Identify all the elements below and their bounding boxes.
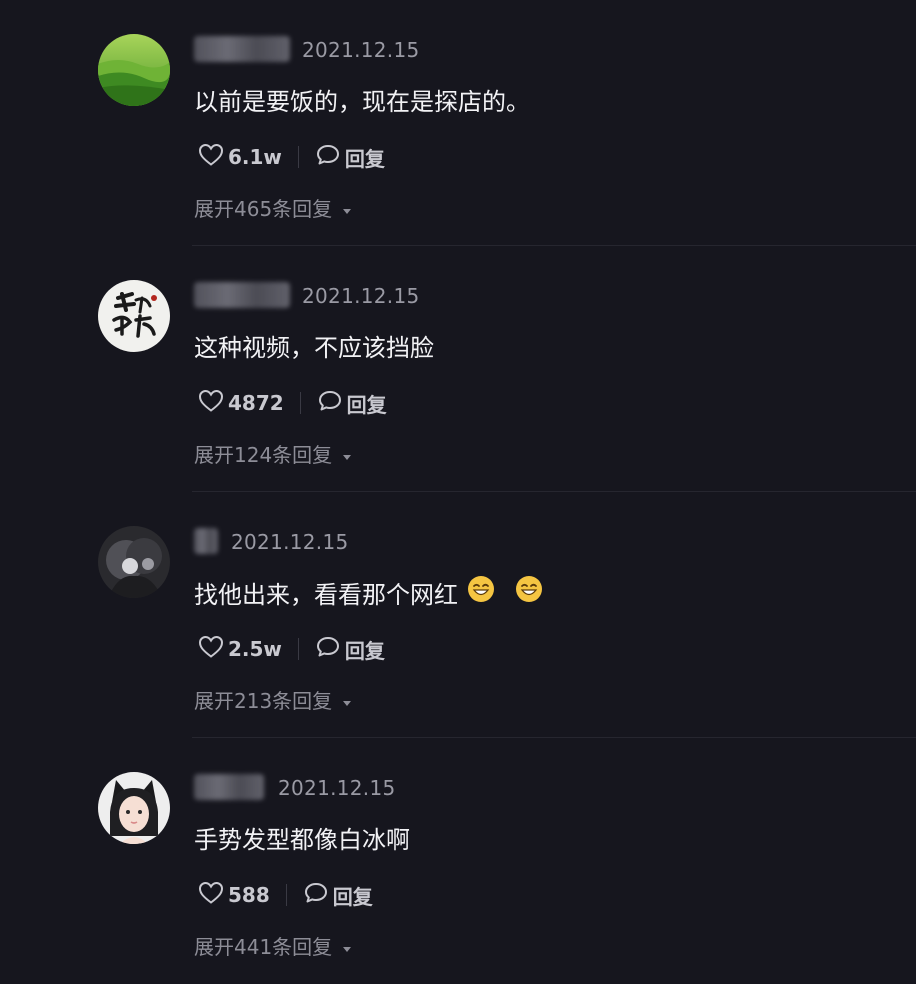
caret-down-icon xyxy=(342,443,352,467)
heart-outline-icon xyxy=(198,881,224,909)
avatar-image xyxy=(98,526,170,598)
comment-item: 2021.12.15 手势发型都像白冰啊 588 回复 展开441条回复 xyxy=(0,738,916,984)
reply-button[interactable]: 回复 xyxy=(303,881,373,910)
speech-bubble-icon xyxy=(317,389,343,417)
reply-button[interactable]: 回复 xyxy=(315,635,385,664)
reply-button[interactable]: 回复 xyxy=(317,389,387,418)
reply-label: 回复 xyxy=(346,392,387,417)
expand-replies-label: 展开441条回复 xyxy=(194,935,333,959)
comment-date: 2021.12.15 xyxy=(278,776,396,800)
caret-down-icon xyxy=(342,935,352,959)
comment-text: 手势发型都像白冰啊 xyxy=(194,826,410,854)
comment-date: 2021.12.15 xyxy=(302,284,420,308)
caret-down-icon xyxy=(342,197,352,221)
like-count: 2.5w xyxy=(228,637,282,661)
comment-date: 2021.12.15 xyxy=(302,38,420,62)
speech-bubble-icon xyxy=(315,143,341,171)
like-button[interactable]: 2.5w xyxy=(198,635,282,663)
like-count: 4872 xyxy=(228,391,284,415)
username-redacted[interactable] xyxy=(194,36,290,62)
action-divider xyxy=(299,392,301,414)
expand-replies-label: 展开124条回复 xyxy=(194,443,333,467)
comment-item: 2021.12.15 以前是要饭的，现在是探店的。 6.1w 回复 展开465条… xyxy=(0,0,916,246)
comment-text: 这种视频，不应该挡脸 xyxy=(194,334,434,362)
expand-replies-button[interactable]: 展开213条回复 xyxy=(194,685,352,714)
like-button[interactable]: 4872 xyxy=(198,389,284,417)
avatar[interactable] xyxy=(98,34,170,106)
avatar[interactable] xyxy=(98,772,170,844)
comment-actions: 4872 回复 xyxy=(198,388,387,418)
expand-replies-button[interactable]: 展开124条回复 xyxy=(194,439,352,468)
heart-outline-icon xyxy=(198,635,224,663)
comment-item: 2021.12.15 找他出来，看看那个网红 2.5w 回复 展开213条回复 xyxy=(0,492,916,738)
avatar-image xyxy=(98,34,170,106)
expand-replies-label: 展开465条回复 xyxy=(194,197,333,221)
avatar-image xyxy=(98,280,170,352)
expand-replies-label: 展开213条回复 xyxy=(194,689,333,713)
comment-item: 2021.12.15 这种视频，不应该挡脸 4872 回复 展开124条回复 xyxy=(0,246,916,492)
comment-text: 找他出来，看看那个网红 xyxy=(194,574,544,610)
comment-text-body: 找他出来，看看那个网红 xyxy=(194,580,458,609)
username-redacted[interactable] xyxy=(194,528,218,554)
action-divider xyxy=(285,884,287,906)
reply-button[interactable]: 回复 xyxy=(315,143,385,172)
avatar-image xyxy=(98,772,170,844)
username-redacted[interactable] xyxy=(194,774,264,800)
speech-bubble-icon xyxy=(315,635,341,663)
reply-label: 回复 xyxy=(344,638,385,663)
like-button[interactable]: 588 xyxy=(198,881,270,909)
speech-bubble-icon xyxy=(303,881,329,909)
heart-outline-icon xyxy=(198,143,224,171)
avatar[interactable] xyxy=(98,280,170,352)
expand-replies-button[interactable]: 展开465条回复 xyxy=(194,193,352,222)
like-count: 588 xyxy=(228,883,270,907)
comment-date: 2021.12.15 xyxy=(231,530,349,554)
comment-actions: 2.5w 回复 xyxy=(198,634,385,664)
like-count: 6.1w xyxy=(228,145,282,169)
comment-text: 以前是要饭的，现在是探店的。 xyxy=(194,88,530,116)
grin-emoji xyxy=(466,574,496,610)
like-button[interactable]: 6.1w xyxy=(198,143,282,171)
comment-actions: 588 回复 xyxy=(198,880,373,910)
action-divider xyxy=(297,146,299,168)
username-redacted[interactable] xyxy=(194,282,290,308)
caret-down-icon xyxy=(342,689,352,713)
grin-emoji xyxy=(514,574,544,610)
comment-actions: 6.1w 回复 xyxy=(198,142,385,172)
avatar[interactable] xyxy=(98,526,170,598)
reply-label: 回复 xyxy=(332,884,373,909)
expand-replies-button[interactable]: 展开441条回复 xyxy=(194,931,352,960)
heart-outline-icon xyxy=(198,389,224,417)
reply-label: 回复 xyxy=(344,146,385,171)
action-divider xyxy=(297,638,299,660)
